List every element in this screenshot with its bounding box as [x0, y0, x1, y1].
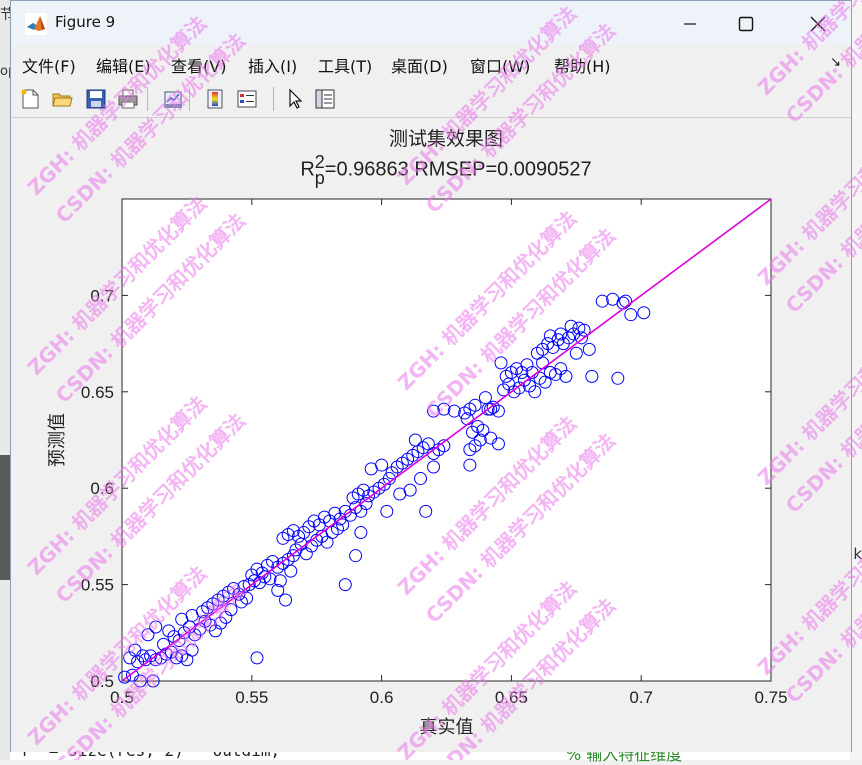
property-inspector-button[interactable] [311, 85, 339, 113]
x-tick-label: 0.7 [629, 688, 653, 707]
save-icon [86, 89, 106, 109]
insert-legend-icon [237, 90, 257, 108]
x-tick-label: 0.65 [495, 688, 528, 707]
toolbar-separator [273, 87, 274, 111]
dock-arrow-icon[interactable]: ↘ [830, 55, 841, 70]
close-button[interactable] [795, 7, 841, 41]
x-tick-label: 0.75 [754, 688, 787, 707]
new-figure-icon [21, 89, 39, 109]
edit-plot-button[interactable] [281, 85, 309, 113]
figure-canvas: 测试集效果图 R 2 p =0.96863 RMSEP=0.0090527 0.5 0.… [11, 118, 851, 752]
insert-colorbar-icon [207, 89, 223, 109]
maximize-button[interactable] [723, 7, 769, 41]
menu-edit[interactable]: 编辑(E) [96, 53, 151, 77]
print-icon [118, 89, 138, 109]
toolbar-separator [189, 87, 190, 111]
background-left-panel [0, 0, 10, 760]
link-plot-button[interactable] [159, 85, 187, 113]
y-tick-label: 0.6 [90, 479, 114, 498]
y-tick-label: 0.7 [90, 286, 114, 305]
y-axis-label: 预测值 [47, 413, 68, 467]
menu-help[interactable]: 帮助(H) [554, 53, 611, 77]
menu-tools[interactable]: 工具(T) [318, 53, 372, 77]
minimize-button[interactable] [667, 7, 713, 41]
edit-plot-pointer-icon [289, 88, 303, 109]
close-icon [810, 16, 826, 32]
insert-colorbar-button[interactable] [201, 85, 229, 113]
y-tick-label: 0.5 [90, 672, 114, 691]
title-bar[interactable]: Figure 9 [11, 1, 851, 45]
x-tick-label: 0.55 [235, 688, 268, 707]
save-button[interactable] [82, 85, 110, 113]
y-tick-label: 0.55 [81, 576, 114, 595]
minimize-icon [684, 23, 696, 25]
menu-view[interactable]: 查看(V) [171, 53, 226, 77]
x-axis-label: 真实值 [420, 717, 474, 738]
property-inspector-icon [315, 89, 335, 109]
menu-file[interactable]: 文件(F) [22, 53, 76, 77]
open-file-icon [52, 93, 73, 107]
figure-window: Figure 9 文件(F) 编辑(E) 查看(V) 插入(I) 工具(T) 桌… [10, 0, 852, 752]
menu-window[interactable]: 窗口(W) [470, 53, 530, 77]
new-figure-button[interactable] [16, 85, 44, 113]
maximize-icon [738, 16, 754, 32]
insert-legend-button[interactable] [233, 85, 261, 113]
background-dark-block [0, 455, 10, 580]
toolbar-separator [147, 87, 148, 111]
y-tick-label: 0.65 [81, 383, 114, 402]
background-fragment: k [853, 545, 862, 563]
print-button[interactable] [114, 85, 142, 113]
open-file-button[interactable] [48, 85, 76, 113]
menu-insert[interactable]: 插入(I) [248, 53, 297, 77]
matlab-logo-icon [25, 13, 47, 35]
scatter-chart[interactable]: 0.5 0.55 0.6 0.65 0.7 0.750.50.550.60.650.7真实… [11, 118, 851, 752]
menu-desktop[interactable]: 桌面(D) [391, 53, 448, 77]
menu-bar: 文件(F) 编辑(E) 查看(V) 插入(I) 工具(T) 桌面(D) 窗口(W… [11, 45, 851, 82]
link-plot-icon [164, 91, 182, 108]
toolbar [11, 81, 851, 118]
window-title: Figure 9 [55, 13, 116, 31]
x-tick-label: 0.6 [370, 688, 394, 707]
